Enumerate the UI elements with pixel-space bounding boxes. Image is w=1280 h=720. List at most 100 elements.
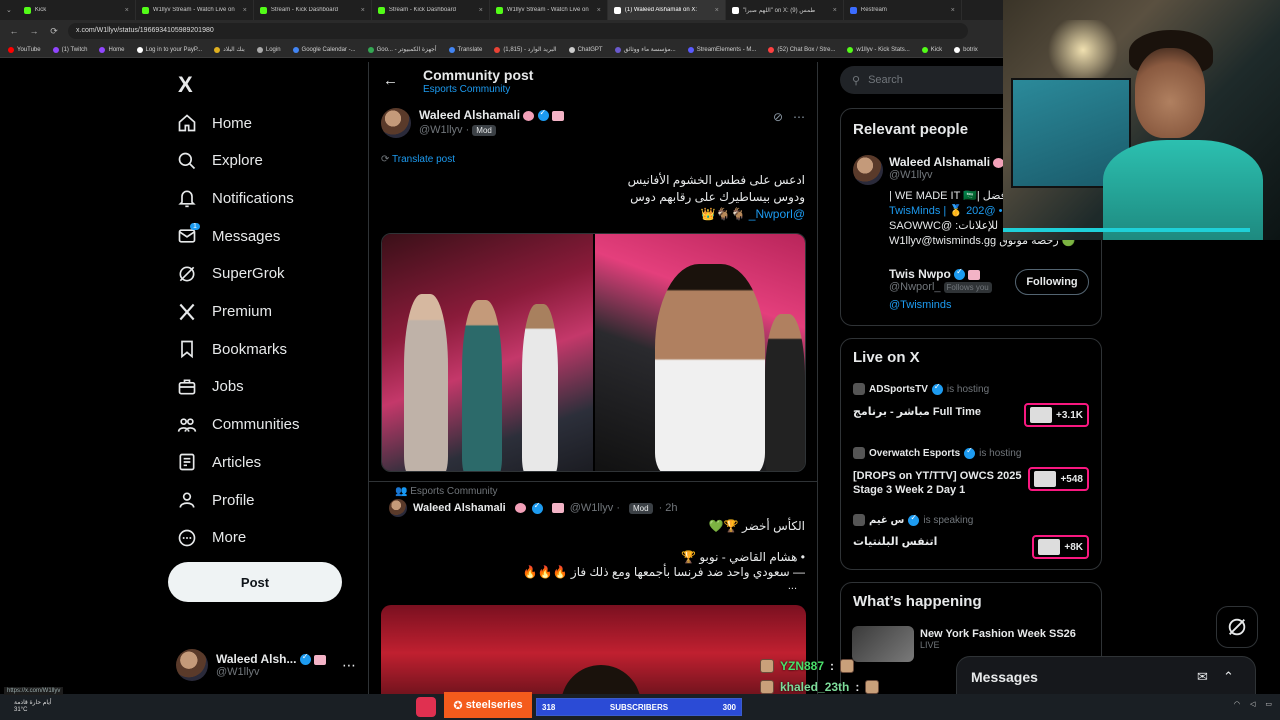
post-image-right[interactable] [592, 234, 805, 471]
more-dots-icon[interactable]: ⋯ [793, 110, 805, 124]
browser-tab[interactable]: Kick × [18, 0, 136, 20]
battery-icon[interactable]: ▭ [1265, 700, 1272, 708]
live-title[interactable]: مباشر - برنامج Full Time [853, 405, 1023, 419]
translate-post-link[interactable]: ⟳ Translate post [381, 154, 455, 165]
relevant-person-name[interactable]: Twis Nwpo [889, 267, 951, 281]
close-icon[interactable]: × [243, 7, 247, 14]
reply-author-name[interactable]: Waleed Alshamali [413, 502, 506, 514]
nav-item-notifications[interactable]: Notifications [176, 183, 294, 213]
post-button[interactable]: Post [168, 562, 342, 602]
back-arrow-icon[interactable]: ← [8, 26, 20, 36]
avatar[interactable] [389, 499, 407, 517]
nav-item-communities[interactable]: Communities [176, 410, 300, 440]
live-host[interactable]: ADSportsTV is hosting [853, 382, 989, 395]
reply-time[interactable]: · 2h [659, 502, 678, 514]
volume-icon[interactable]: ◁ [1250, 700, 1255, 708]
live-host[interactable]: س غيم is speaking [853, 513, 973, 526]
bookmark-item[interactable]: (1,815) - البريد الوارد [494, 46, 557, 53]
wifi-icon[interactable]: ◠ [1234, 700, 1240, 708]
browser-tab[interactable]: "اللهم صبرا" on X: (9) طمس × [726, 0, 844, 20]
show-more-link[interactable]: ... [788, 580, 797, 592]
bookmark-item[interactable]: w1llyv - Kick Stats... [847, 46, 910, 53]
nav-item-home[interactable]: Home [176, 108, 252, 138]
x-logo-icon[interactable]: X [178, 72, 193, 98]
reload-icon[interactable]: ⟳ [48, 26, 60, 37]
nav-item-premium[interactable]: Premium [176, 297, 272, 327]
close-icon[interactable]: × [951, 7, 955, 14]
nav-item-jobs[interactable]: Jobs [176, 372, 244, 402]
nav-item-supergrok[interactable]: SuperGrok [176, 259, 285, 289]
weather-widget[interactable]: أيام حارة قادمة 31°C [14, 700, 52, 714]
post-text-line: ودوس بيساطيرك على رقابهم دوس [630, 190, 805, 204]
author-name[interactable]: Waleed Alshamali [419, 108, 520, 122]
following-button[interactable]: Following [1015, 269, 1089, 295]
mention-link[interactable]: @Nwporl_ [749, 207, 805, 221]
nav-item-articles[interactable]: Articles [176, 447, 261, 477]
nav-item-more[interactable]: More [176, 523, 246, 553]
live-title[interactable]: [DROPS on YT/TTV] OWCS 2025 Stage 3 Week… [853, 469, 1023, 497]
bookmark-item[interactable]: StreamElements - M... [687, 46, 756, 53]
browser-tab[interactable]: W1llyv Stream - Watch Live on × [490, 0, 608, 20]
live-listener-count[interactable]: +3.1K [1024, 403, 1089, 427]
avatar[interactable] [381, 108, 411, 138]
new-message-icon[interactable]: ✉ [1197, 669, 1208, 685]
bookmark-item[interactable]: (52) Chat Box / Stre... [768, 46, 835, 53]
avatar[interactable] [853, 155, 883, 185]
nav-item-profile[interactable]: Profile [176, 485, 255, 515]
browser-tab[interactable]: Restream × [844, 0, 962, 20]
post-image-left[interactable] [382, 234, 593, 471]
close-icon[interactable]: × [597, 7, 601, 14]
live-listener-count[interactable]: +548 [1028, 467, 1089, 491]
bookmark-item[interactable]: بنك البلاد [214, 46, 245, 53]
author-handle[interactable]: @W1llyv · [419, 124, 469, 136]
community-link[interactable]: Esports Community [423, 84, 510, 95]
forward-arrow-icon[interactable]: → [28, 26, 40, 36]
live-title[interactable]: اتنفس البلنتيات [853, 535, 1023, 549]
browser-tab[interactable]: Stream - Kick Dashboard × [372, 0, 490, 20]
chevron-up-icon[interactable]: ⌃ [1223, 669, 1234, 685]
bookmark-item[interactable]: (1) Twitch [52, 46, 87, 53]
browser-tab[interactable]: W1llyv Stream - Watch Live on × [136, 0, 254, 20]
tab-list-icon[interactable]: ⌄ [0, 6, 18, 14]
bookmark-item[interactable]: Translate [448, 46, 482, 53]
close-icon[interactable]: × [361, 7, 365, 14]
live-host[interactable]: Overwatch Esports is hosting [853, 446, 1021, 459]
close-icon[interactable]: × [833, 7, 837, 14]
nav-item-bookmarks[interactable]: Bookmarks [176, 334, 287, 364]
trend-thumbnail[interactable] [852, 626, 914, 662]
bookmark-item[interactable]: Login [256, 46, 281, 53]
bookmark-item[interactable]: botrix [954, 46, 978, 53]
account-switcher[interactable]: Waleed Alsh... @W1llyv ⋯ [176, 645, 356, 685]
grok-floating-button[interactable] [1216, 606, 1258, 648]
close-icon[interactable]: × [715, 7, 719, 14]
bookmark-item[interactable]: Google Calendar -... [292, 46, 356, 53]
close-icon[interactable]: × [125, 7, 129, 14]
relevant-person-handle[interactable]: @Nwporl_ [889, 281, 941, 293]
reply-author-handle[interactable]: @W1llyv · [570, 502, 620, 514]
more-dots-icon[interactable]: ⋯ [342, 657, 356, 674]
grok-icon[interactable]: ⊘ [773, 110, 783, 124]
live-listener-count[interactable]: +8K [1032, 535, 1089, 559]
bio-mention[interactable]: @Twisminds [889, 299, 1019, 311]
relevant-person-name[interactable]: Waleed Alshamali [889, 155, 990, 169]
address-bar[interactable]: x.com/W1llyv/status/1966934105989201980 [68, 23, 968, 39]
trend-item[interactable]: New York Fashion Week SS26 LIVE [920, 628, 1076, 650]
bookmark-item[interactable]: YouTube [8, 46, 41, 53]
bookmark-item[interactable]: Home [99, 46, 125, 53]
nav-item-explore[interactable]: Explore [176, 146, 263, 176]
bookmark-label: مؤسسة ماء ووثائق... [623, 47, 676, 53]
bookmark-item[interactable]: Goo... - أجهزة الكمبيوتر [367, 46, 437, 53]
browser-tab[interactable]: Stream - Kick Dashboard × [254, 0, 372, 20]
reply-community[interactable]: Esports Community [410, 486, 497, 497]
post-media-grid[interactable] [381, 233, 806, 472]
back-arrow-icon[interactable]: ← [383, 72, 398, 89]
close-icon[interactable]: × [479, 7, 483, 14]
bookmark-item[interactable]: ChatGPT [568, 46, 603, 53]
bookmark-item[interactable]: مؤسسة ماء ووثائق... [614, 46, 676, 53]
taskbar-app-icon[interactable] [416, 697, 436, 717]
nav-item-messages[interactable]: 1 Messages [176, 221, 280, 251]
browser-tab[interactable]: (1) Waleed Alshamali on X: × [607, 0, 726, 20]
bookmark-favicon-icon [136, 46, 143, 53]
bookmark-item[interactable]: Log in to your PayP... [136, 46, 202, 53]
bookmark-item[interactable]: Kick [921, 46, 942, 53]
